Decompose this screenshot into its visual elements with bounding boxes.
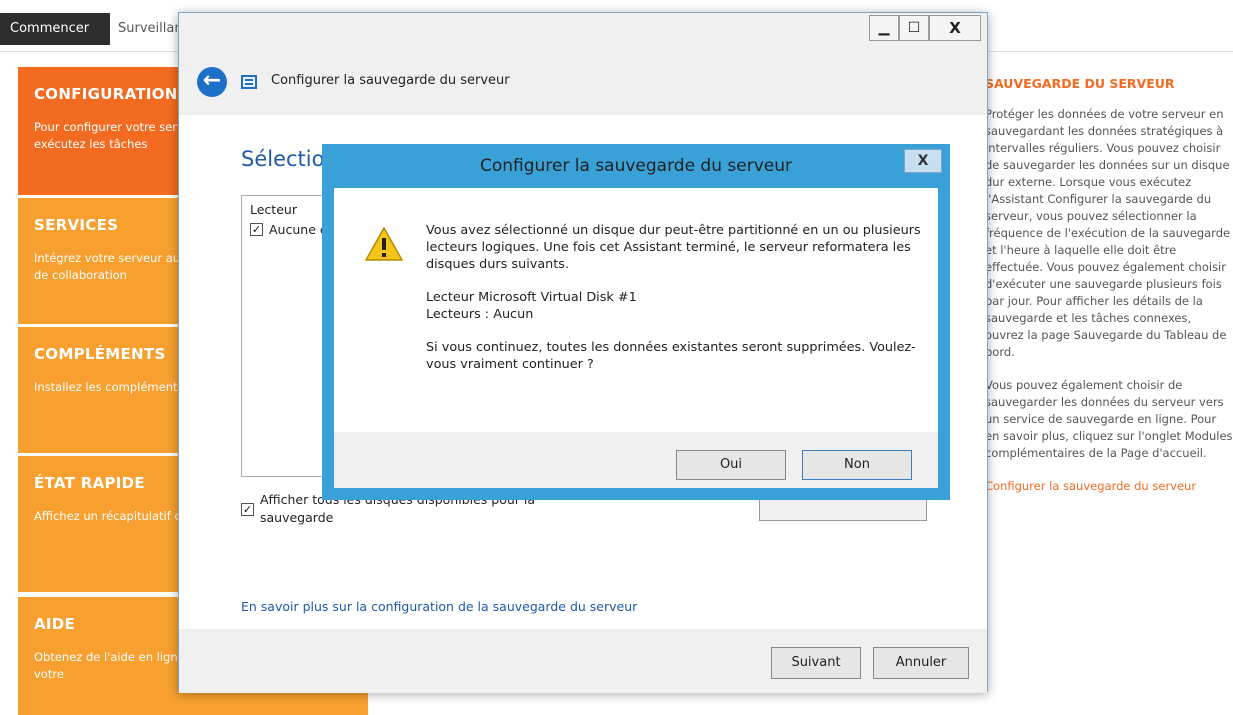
backup-info-column: SAUVEGARDE DU SERVEUR Protéger les donné…: [985, 75, 1233, 495]
wizard-title: Configurer la sauvegarde du serveur: [271, 73, 510, 88]
show-all-label-line: sauvegarde: [260, 510, 334, 525]
dialog-title: Configurer la sauvegarde du serveur: [479, 156, 792, 176]
disk-name: Lecteur Microsoft Virtual Disk #1: [426, 290, 637, 305]
wizard-header: ← Configurer la sauvegarde du serveur: [179, 53, 987, 115]
wizard-footer: Suivant Annuler: [179, 629, 987, 693]
dialog-close-button[interactable]: X: [904, 149, 942, 173]
dialog-titlebar: Configurer la sauvegarde du serveur X: [322, 144, 950, 186]
no-button[interactable]: Non: [802, 450, 912, 480]
dialog-message: Vous avez sélectionné un disque dur peut…: [426, 222, 926, 389]
maximize-button[interactable]: ☐: [899, 15, 929, 41]
list-column-header: Lecteur: [250, 202, 297, 217]
refresh-button[interactable]: [759, 499, 927, 521]
disk-info: Lecteur Microsoft Virtual Disk #1 Lecteu…: [426, 289, 926, 323]
tab-commencer[interactable]: Commencer: [0, 13, 110, 45]
dialog-button-bar: Oui Non: [334, 432, 938, 488]
minimize-button[interactable]: ▁: [869, 15, 899, 41]
back-arrow-icon[interactable]: ←: [197, 67, 227, 97]
backup-info-paragraph: Vous pouvez également choisir de sauvega…: [985, 378, 1233, 460]
confirmation-dialog: Configurer la sauvegarde du serveur X Vo…: [322, 144, 950, 500]
next-button[interactable]: Suivant: [771, 647, 861, 679]
yes-button[interactable]: Oui: [676, 450, 786, 480]
dialog-warning-text: Si vous continuez, toutes les données ex…: [426, 340, 916, 372]
backup-info-paragraph: Protéger les données de votre serveur en…: [985, 107, 1231, 359]
backup-info-title: SAUVEGARDE DU SERVEUR: [985, 76, 1175, 91]
learn-more-link[interactable]: En savoir plus sur la configuration de l…: [241, 599, 637, 614]
configure-backup-link[interactable]: Configurer la sauvegarde du serveur: [985, 479, 1196, 493]
disk-drives: Lecteurs : Aucun: [426, 307, 534, 322]
dialog-message-text: Vous avez sélectionné un disque dur peut…: [426, 223, 921, 272]
close-button[interactable]: X: [929, 15, 981, 41]
window-controls: ▁ ☐ X: [869, 15, 981, 41]
warning-icon: [364, 226, 404, 261]
cancel-button[interactable]: Annuler: [873, 647, 969, 679]
wizard-app-icon: [241, 75, 257, 89]
wizard-titlebar: ▁ ☐ X: [179, 13, 987, 45]
checkbox-checked[interactable]: ✓: [250, 223, 263, 236]
dialog-content: Vous avez sélectionné un disque dur peut…: [334, 188, 938, 432]
show-all-checkbox[interactable]: ✓: [241, 503, 254, 516]
